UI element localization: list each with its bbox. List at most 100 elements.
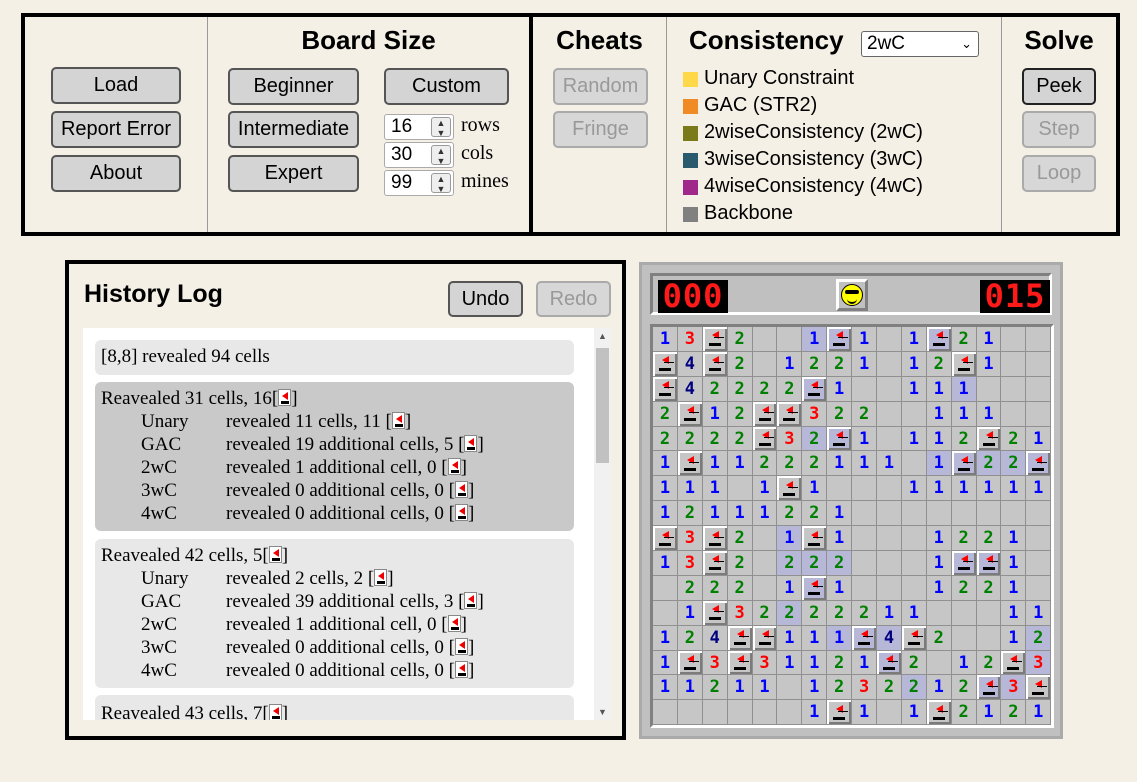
flagged-cell[interactable]	[926, 327, 952, 352]
flagged-cell[interactable]	[1001, 650, 1027, 676]
empty-cell[interactable]	[752, 700, 778, 726]
undo-button[interactable]: Undo	[448, 281, 523, 317]
number-cell[interactable]: 1	[827, 625, 853, 651]
number-cell[interactable]: 2	[677, 625, 703, 651]
flagged-cell[interactable]	[951, 451, 977, 477]
flagged-cell[interactable]	[702, 600, 728, 626]
number-cell[interactable]: 1	[1001, 526, 1027, 552]
scrollbar-thumb[interactable]	[596, 348, 609, 463]
empty-cell[interactable]	[901, 451, 927, 477]
empty-cell[interactable]	[1026, 575, 1052, 601]
number-cell[interactable]: 2	[727, 351, 753, 377]
flagged-cell[interactable]	[702, 351, 728, 377]
number-cell[interactable]: 3	[1001, 675, 1027, 701]
history-entry[interactable]: [8,8] revealed 94 cells	[95, 340, 574, 375]
number-cell[interactable]: 2	[926, 625, 952, 651]
empty-cell[interactable]	[901, 551, 927, 576]
number-cell[interactable]: 2	[1001, 451, 1027, 477]
number-cell[interactable]: 2	[976, 451, 1002, 477]
number-cell[interactable]: 1	[777, 650, 803, 676]
flagged-cell[interactable]	[752, 426, 778, 452]
empty-cell[interactable]	[1001, 351, 1027, 377]
number-cell[interactable]: 1	[926, 426, 952, 452]
empty-cell[interactable]	[901, 501, 927, 527]
flagged-cell[interactable]	[802, 575, 828, 601]
empty-cell[interactable]	[926, 650, 952, 676]
intermediate-button[interactable]: Intermediate	[228, 111, 359, 148]
number-cell[interactable]: 3	[752, 650, 778, 676]
peek-button[interactable]: Peek	[1022, 68, 1096, 105]
flagged-cell[interactable]	[976, 551, 1002, 576]
empty-cell[interactable]	[877, 426, 902, 452]
number-cell[interactable]: 2	[976, 526, 1002, 552]
empty-cell[interactable]	[976, 501, 1002, 527]
number-cell[interactable]: 3	[1026, 650, 1052, 676]
empty-cell[interactable]	[1026, 376, 1052, 402]
number-cell[interactable]: 2	[1001, 426, 1027, 452]
flagged-cell[interactable]	[976, 675, 1002, 701]
empty-cell[interactable]	[951, 501, 977, 527]
empty-cell[interactable]	[877, 327, 902, 352]
empty-cell[interactable]	[777, 700, 803, 726]
empty-cell[interactable]	[852, 476, 878, 502]
flagged-cell[interactable]	[677, 650, 703, 676]
history-entry-selected[interactable]: Reavealed 31 cells, 16[] Unary revealed 11…	[95, 382, 574, 531]
empty-cell[interactable]	[877, 401, 902, 427]
number-cell[interactable]: 2	[951, 675, 977, 701]
number-cell[interactable]: 2	[777, 501, 803, 527]
number-cell[interactable]: 2	[777, 600, 803, 626]
empty-cell[interactable]	[901, 401, 927, 427]
empty-cell[interactable]	[777, 675, 803, 701]
flagged-cell[interactable]	[901, 625, 927, 651]
number-cell[interactable]: 1	[852, 650, 878, 676]
empty-cell[interactable]	[877, 476, 902, 502]
empty-cell[interactable]	[926, 501, 952, 527]
number-cell[interactable]: 2	[901, 675, 927, 701]
number-cell[interactable]: 1	[852, 351, 878, 377]
number-cell[interactable]: 1	[951, 476, 977, 502]
number-cell[interactable]: 2	[727, 551, 753, 576]
number-cell[interactable]: 1	[901, 327, 927, 352]
empty-cell[interactable]	[677, 700, 703, 726]
fringe-button[interactable]: Fringe	[553, 111, 648, 148]
number-cell[interactable]: 2	[727, 575, 753, 601]
number-cell[interactable]: 1	[901, 600, 927, 626]
flagged-cell[interactable]	[951, 351, 977, 377]
cols-spinner-icon[interactable]: ▲ ▼	[431, 145, 451, 166]
loop-button[interactable]: Loop	[1022, 155, 1096, 192]
random-button[interactable]: Random	[553, 68, 648, 105]
empty-cell[interactable]	[877, 376, 902, 402]
number-cell[interactable]: 1	[976, 351, 1002, 377]
number-cell[interactable]: 2	[1026, 625, 1052, 651]
flagged-cell[interactable]	[827, 700, 853, 726]
number-cell[interactable]: 1	[976, 401, 1002, 427]
empty-cell[interactable]	[877, 501, 902, 527]
number-cell[interactable]: 2	[727, 376, 753, 402]
number-cell[interactable]: 3	[802, 401, 828, 427]
flagged-cell[interactable]	[653, 526, 678, 552]
flagged-cell[interactable]	[702, 551, 728, 576]
number-cell[interactable]: 2	[827, 600, 853, 626]
number-cell[interactable]: 2	[802, 351, 828, 377]
number-cell[interactable]: 2	[951, 575, 977, 601]
empty-cell[interactable]	[1001, 501, 1027, 527]
number-cell[interactable]: 1	[1001, 551, 1027, 576]
number-cell[interactable]: 2	[852, 401, 878, 427]
number-cell[interactable]: 1	[926, 675, 952, 701]
number-cell[interactable]: 1	[976, 476, 1002, 502]
redo-button[interactable]: Redo	[536, 281, 611, 317]
number-cell[interactable]: 1	[777, 526, 803, 552]
empty-cell[interactable]	[926, 600, 952, 626]
number-cell[interactable]: 2	[752, 600, 778, 626]
empty-cell[interactable]	[1001, 401, 1027, 427]
number-cell[interactable]: 2	[877, 675, 902, 701]
number-cell[interactable]: 2	[802, 600, 828, 626]
number-cell[interactable]: 1	[1001, 625, 1027, 651]
report-error-button[interactable]: Report Error	[51, 111, 181, 148]
empty-cell[interactable]	[951, 625, 977, 651]
number-cell[interactable]: 1	[852, 327, 878, 352]
number-cell[interactable]: 1	[677, 600, 703, 626]
number-cell[interactable]: 1	[777, 575, 803, 601]
empty-cell[interactable]	[653, 700, 678, 726]
mines-input[interactable]: 99 ▲ ▼	[384, 170, 454, 196]
